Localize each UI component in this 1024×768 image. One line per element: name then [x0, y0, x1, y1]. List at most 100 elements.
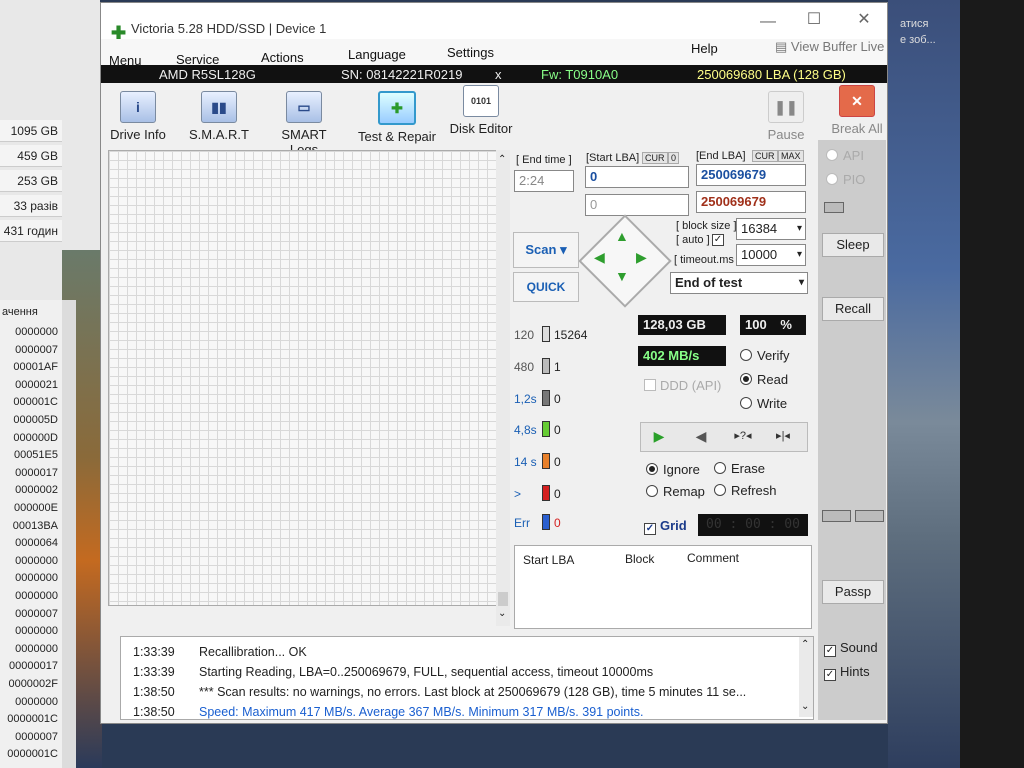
- recall-button[interactable]: Recall: [822, 297, 884, 321]
- toolbar: i Drive Info ▮▮ S.M.A.R.T ▭ SMART Logs ✚…: [101, 83, 887, 157]
- smart-button[interactable]: ▮▮ S.M.A.R.T: [187, 91, 251, 147]
- verify-radio[interactable]: Verify: [740, 348, 790, 363]
- block-size-value: 16384: [741, 221, 778, 236]
- latency-color-swatch: [542, 485, 550, 501]
- write-radio[interactable]: Write: [740, 396, 787, 411]
- ddd-api-checkbox[interactable]: DDD (API): [644, 378, 721, 393]
- menu-item-settings[interactable]: Settings: [447, 45, 494, 60]
- maximize-button[interactable]: ☐: [799, 9, 829, 29]
- scroll-down-icon[interactable]: ⌄: [498, 608, 506, 619]
- auto-checkbox[interactable]: ✓: [712, 234, 724, 246]
- speed-readout: 402 MB/s: [638, 346, 726, 366]
- timeout-label: [ timeout.ms ]: [674, 254, 741, 266]
- end-of-test-select[interactable]: End of test ▾: [670, 272, 808, 294]
- api-radio[interactable]: API: [826, 148, 864, 163]
- smart-logs-button[interactable]: ▭ SMART Logs: [267, 91, 341, 157]
- block-size-label: [ block size ]: [676, 220, 737, 232]
- latency-label: 480: [514, 360, 535, 374]
- end-time-field[interactable]: 2:24: [514, 170, 574, 192]
- remap-radio[interactable]: Remap: [646, 484, 705, 499]
- start-lba-field[interactable]: 0: [585, 166, 689, 188]
- pause-button[interactable]: ❚❚ Pause: [761, 91, 811, 147]
- arrow-up-icon[interactable]: ▲: [615, 228, 629, 244]
- end-lba-field[interactable]: 250069679: [696, 164, 806, 186]
- start-lba-secondary-field[interactable]: 0: [585, 194, 689, 216]
- menu-item-help[interactable]: Help: [691, 41, 718, 56]
- background-list-row: 0000000: [15, 625, 58, 638]
- latency-row: 120 15264: [512, 326, 622, 346]
- scroll-down-icon[interactable]: ⌄: [801, 701, 809, 712]
- play-icon[interactable]: ▶: [647, 427, 671, 445]
- read-label: Read: [757, 372, 789, 387]
- background-list-row: 0000002F: [8, 678, 58, 690]
- start-lba-zero-button[interactable]: 0: [668, 152, 680, 164]
- erase-label: Erase: [731, 461, 765, 476]
- latency-row: 1,2s 0: [512, 390, 622, 410]
- elapsed-timer: 00 : 00 : 00: [698, 514, 808, 536]
- hints-checkbox[interactable]: ✓ Hints: [824, 664, 870, 681]
- end-lba-cur-button[interactable]: CUR: [752, 150, 778, 162]
- sleep-button[interactable]: Sleep: [822, 233, 884, 257]
- menu-item-language[interactable]: Language: [348, 47, 406, 62]
- background-list-row: 00000017: [9, 660, 58, 673]
- plus-icon: ✚: [378, 91, 416, 125]
- skip-icon[interactable]: ▸?◂: [731, 427, 755, 445]
- latency-row: 4,8s 0: [512, 421, 622, 441]
- infobar-close-button[interactable]: x: [495, 67, 502, 82]
- scroll-up-icon[interactable]: ⌃: [498, 154, 506, 165]
- latency-count: 0: [554, 516, 561, 530]
- chevron-down-icon: ▾: [796, 249, 802, 260]
- erase-radio[interactable]: Erase: [714, 461, 765, 476]
- passp-button[interactable]: Passp: [822, 580, 884, 604]
- radio-dot: [646, 485, 658, 497]
- minimize-button[interactable]: —: [753, 13, 783, 31]
- block-size-select[interactable]: 16384 ▾: [736, 218, 806, 240]
- arrow-left-icon[interactable]: ◀: [594, 249, 605, 266]
- write-label: Write: [757, 396, 788, 411]
- refresh-radio[interactable]: Refresh: [714, 483, 777, 498]
- read-radio[interactable]: Read: [740, 372, 788, 387]
- arrow-right-icon[interactable]: ▶: [636, 249, 647, 266]
- checkbox-box: ✓: [644, 523, 656, 535]
- quick-button[interactable]: QUICK: [513, 272, 579, 302]
- background-list-row: 0000000: [15, 326, 58, 338]
- ignore-label: Ignore: [663, 462, 700, 477]
- ignore-radio[interactable]: Ignore: [646, 462, 700, 477]
- rewind-icon[interactable]: ◀: [689, 427, 713, 445]
- size-readout: 128,03 GB: [638, 315, 726, 335]
- device-info-bar: AMD R5SL128G SN: 08142221R0219 x Fw: T09…: [101, 65, 887, 83]
- latency-count: 0: [554, 455, 561, 469]
- grid-checkbox[interactable]: ✓ Grid: [644, 518, 687, 535]
- end-lba-secondary-field[interactable]: 250069679: [696, 191, 806, 213]
- drive-info-button[interactable]: i Drive Info: [107, 91, 169, 147]
- pause-icon: ❚❚: [768, 91, 804, 123]
- view-buffer-live[interactable]: ▤ View Buffer Live: [775, 39, 884, 55]
- arrow-down-icon[interactable]: ▼: [615, 268, 629, 284]
- latency-row: 480 1: [512, 358, 622, 378]
- end-lba-max-button[interactable]: MAX: [778, 150, 804, 162]
- graph-scrollbar[interactable]: ⌃ ⌄: [496, 150, 510, 626]
- scroll-thumb[interactable]: [498, 592, 508, 606]
- menu-item-actions[interactable]: Actions: [261, 50, 304, 65]
- scan-button[interactable]: Scan ▾: [513, 232, 579, 268]
- smart-label: S.M.A.R.T: [189, 127, 249, 142]
- start-lba-cur-button[interactable]: CUR: [642, 152, 668, 164]
- scroll-up-icon[interactable]: ⌃: [801, 639, 809, 650]
- background-value-list: ачення 0000000 0000007 00001AF 0000021 00000…: [0, 300, 62, 768]
- chevron-down-icon: ▾: [798, 277, 804, 288]
- end-icon[interactable]: ▸|◂: [771, 427, 795, 445]
- disk-editor-button[interactable]: 0101 Disk Editor: [449, 85, 513, 141]
- break-all-button[interactable]: ✕ Break All: [827, 85, 887, 141]
- log-time: 1:38:50: [133, 705, 175, 719]
- pio-radio[interactable]: PIO: [826, 172, 865, 187]
- log-time: 1:33:39: [133, 645, 175, 659]
- radio-dot: [714, 462, 726, 474]
- close-button[interactable]: ✕: [849, 9, 879, 29]
- timeout-select[interactable]: 10000 ▾: [736, 244, 806, 266]
- background-list-row: 00013BA: [12, 519, 58, 532]
- background-list-row: 0000000: [15, 572, 58, 585]
- sound-checkbox[interactable]: ✓ Sound: [824, 640, 878, 657]
- log-scrollbar[interactable]: ⌃ ⌄: [799, 637, 813, 717]
- test-repair-button[interactable]: ✚ Test & Repair: [355, 91, 439, 147]
- background-scrollbar[interactable]: [62, 300, 76, 768]
